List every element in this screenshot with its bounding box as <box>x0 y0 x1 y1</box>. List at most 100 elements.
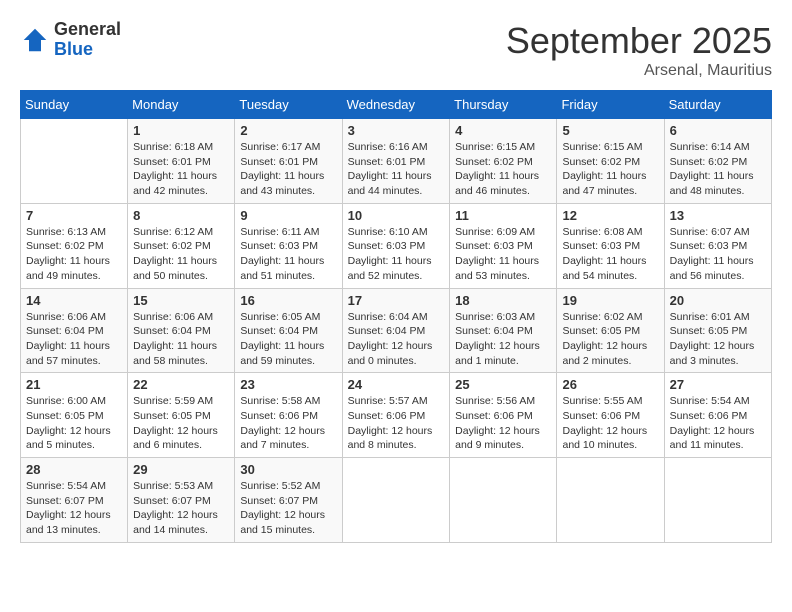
calendar-cell: 9Sunrise: 6:11 AMSunset: 6:03 PMDaylight… <box>235 203 342 288</box>
day-number: 3 <box>348 123 445 138</box>
calendar-cell: 5Sunrise: 6:15 AMSunset: 6:02 PMDaylight… <box>557 119 664 204</box>
calendar-week-row: 7 Sunrise: 6:13 AMSunset: 6:02 PMDaylight… <box>21 203 772 288</box>
day-number: 27 <box>670 377 766 392</box>
calendar-cell <box>342 458 450 543</box>
calendar-cell: 17 Sunrise: 6:04 AMSunset: 6:04 PMDayligh… <box>342 288 450 373</box>
day-info: Sunrise: 5:58 AMSunset: 6:06 PMDaylight:… <box>240 394 336 453</box>
calendar-cell: 23 Sunrise: 5:58 AMSunset: 6:06 PMDayligh… <box>235 373 342 458</box>
calendar-cell: 4Sunrise: 6:15 AMSunset: 6:02 PMDaylight… <box>450 119 557 204</box>
calendar-cell: 6 Sunrise: 6:14 AMSunset: 6:02 PMDaylight… <box>664 119 771 204</box>
day-info: Sunrise: 5:52 AMSunset: 6:07 PMDaylight:… <box>240 479 336 538</box>
logo-text: General Blue <box>54 20 121 60</box>
day-number: 16 <box>240 293 336 308</box>
calendar-cell <box>450 458 557 543</box>
day-info: Sunrise: 6:09 AMSunset: 6:03 PMDaylight:… <box>455 225 551 284</box>
calendar-cell: 7 Sunrise: 6:13 AMSunset: 6:02 PMDaylight… <box>21 203 128 288</box>
header-friday: Friday <box>557 91 664 119</box>
calendar-cell <box>664 458 771 543</box>
header-thursday: Thursday <box>450 91 557 119</box>
calendar-cell: 10 Sunrise: 6:10 AMSunset: 6:03 PMDayligh… <box>342 203 450 288</box>
calendar-table: Sunday Monday Tuesday Wednesday Thursday… <box>20 90 772 543</box>
calendar-cell: 2 Sunrise: 6:17 AMSunset: 6:01 PMDaylight… <box>235 119 342 204</box>
header: General Blue September 2025 Arsenal, Mau… <box>20 20 772 80</box>
day-info: Sunrise: 6:00 AMSunset: 6:05 PMDaylight:… <box>26 394 122 453</box>
days-header-row: Sunday Monday Tuesday Wednesday Thursday… <box>21 91 772 119</box>
day-info: Sunrise: 5:57 AMSunset: 6:06 PMDaylight:… <box>348 394 445 453</box>
calendar-cell: 3 Sunrise: 6:16 AMSunset: 6:01 PMDaylight… <box>342 119 450 204</box>
day-info: Sunrise: 6:14 AMSunset: 6:02 PMDaylight:… <box>670 140 766 199</box>
calendar-cell: 21 Sunrise: 6:00 AMSunset: 6:05 PMDayligh… <box>21 373 128 458</box>
day-info: Sunrise: 6:13 AMSunset: 6:02 PMDaylight:… <box>26 225 122 284</box>
day-info: Sunrise: 6:11 AMSunset: 6:03 PMDaylight:… <box>240 225 336 284</box>
day-number: 7 <box>26 208 122 223</box>
month-title: September 2025 <box>506 20 772 62</box>
logo-general: General <box>54 20 121 40</box>
day-number: 14 <box>26 293 122 308</box>
header-sunday: Sunday <box>21 91 128 119</box>
calendar-cell: 30 Sunrise: 5:52 AMSunset: 6:07 PMDayligh… <box>235 458 342 543</box>
calendar-cell: 14 Sunrise: 6:06 AMSunset: 6:04 PMDayligh… <box>21 288 128 373</box>
day-number: 10 <box>348 208 445 223</box>
day-number: 30 <box>240 462 336 477</box>
title-area: September 2025 Arsenal, Mauritius <box>506 20 772 80</box>
calendar-cell: 11 Sunrise: 6:09 AMSunset: 6:03 PMDayligh… <box>450 203 557 288</box>
day-number: 4 <box>455 123 551 138</box>
calendar-cell: 25Sunrise: 5:56 AMSunset: 6:06 PMDayligh… <box>450 373 557 458</box>
day-number: 1 <box>133 123 229 138</box>
day-info: Sunrise: 6:16 AMSunset: 6:01 PMDaylight:… <box>348 140 445 199</box>
day-number: 25 <box>455 377 551 392</box>
calendar-cell: 13Sunrise: 6:07 AMSunset: 6:03 PMDayligh… <box>664 203 771 288</box>
day-info: Sunrise: 6:02 AMSunset: 6:05 PMDaylight:… <box>562 310 658 369</box>
day-info: Sunrise: 6:01 AMSunset: 6:05 PMDaylight:… <box>670 310 766 369</box>
header-wednesday: Wednesday <box>342 91 450 119</box>
header-monday: Monday <box>128 91 235 119</box>
day-info: Sunrise: 5:59 AMSunset: 6:05 PMDaylight:… <box>133 394 229 453</box>
calendar-cell: 20 Sunrise: 6:01 AMSunset: 6:05 PMDayligh… <box>664 288 771 373</box>
day-number: 6 <box>670 123 766 138</box>
calendar-cell: 16 Sunrise: 6:05 AMSunset: 6:04 PMDayligh… <box>235 288 342 373</box>
day-number: 11 <box>455 208 551 223</box>
logo-icon <box>20 25 50 55</box>
calendar-week-row: 14 Sunrise: 6:06 AMSunset: 6:04 PMDayligh… <box>21 288 772 373</box>
day-number: 19 <box>562 293 658 308</box>
day-number: 2 <box>240 123 336 138</box>
calendar-cell: 8 Sunrise: 6:12 AMSunset: 6:02 PMDaylight… <box>128 203 235 288</box>
calendar-cell <box>21 119 128 204</box>
calendar-cell: 26 Sunrise: 5:55 AMSunset: 6:06 PMDayligh… <box>557 373 664 458</box>
calendar-cell: 29Sunrise: 5:53 AMSunset: 6:07 PMDayligh… <box>128 458 235 543</box>
calendar-week-row: 28Sunrise: 5:54 AMSunset: 6:07 PMDayligh… <box>21 458 772 543</box>
day-info: Sunrise: 6:06 AMSunset: 6:04 PMDaylight:… <box>26 310 122 369</box>
header-saturday: Saturday <box>664 91 771 119</box>
day-number: 21 <box>26 377 122 392</box>
day-info: Sunrise: 6:15 AMSunset: 6:02 PMDaylight:… <box>562 140 658 199</box>
day-info: Sunrise: 6:03 AMSunset: 6:04 PMDaylight:… <box>455 310 551 369</box>
day-info: Sunrise: 6:07 AMSunset: 6:03 PMDaylight:… <box>670 225 766 284</box>
day-number: 8 <box>133 208 229 223</box>
day-number: 12 <box>562 208 658 223</box>
day-number: 20 <box>670 293 766 308</box>
day-number: 23 <box>240 377 336 392</box>
day-info: Sunrise: 6:05 AMSunset: 6:04 PMDaylight:… <box>240 310 336 369</box>
day-number: 26 <box>562 377 658 392</box>
location-title: Arsenal, Mauritius <box>506 62 772 80</box>
day-info: Sunrise: 6:12 AMSunset: 6:02 PMDaylight:… <box>133 225 229 284</box>
calendar-week-row: 1Sunrise: 6:18 AMSunset: 6:01 PMDaylight… <box>21 119 772 204</box>
day-info: Sunrise: 5:53 AMSunset: 6:07 PMDaylight:… <box>133 479 229 538</box>
calendar-cell: 24 Sunrise: 5:57 AMSunset: 6:06 PMDayligh… <box>342 373 450 458</box>
day-info: Sunrise: 5:54 AMSunset: 6:06 PMDaylight:… <box>670 394 766 453</box>
logo-blue: Blue <box>54 40 121 60</box>
header-tuesday: Tuesday <box>235 91 342 119</box>
day-info: Sunrise: 6:04 AMSunset: 6:04 PMDaylight:… <box>348 310 445 369</box>
day-number: 18 <box>455 293 551 308</box>
calendar-cell <box>557 458 664 543</box>
day-info: Sunrise: 6:06 AMSunset: 6:04 PMDaylight:… <box>133 310 229 369</box>
calendar-week-row: 21 Sunrise: 6:00 AMSunset: 6:05 PMDayligh… <box>21 373 772 458</box>
day-number: 17 <box>348 293 445 308</box>
day-number: 24 <box>348 377 445 392</box>
day-info: Sunrise: 6:17 AMSunset: 6:01 PMDaylight:… <box>240 140 336 199</box>
calendar-cell: 18 Sunrise: 6:03 AMSunset: 6:04 PMDayligh… <box>450 288 557 373</box>
calendar-cell: 1Sunrise: 6:18 AMSunset: 6:01 PMDaylight… <box>128 119 235 204</box>
day-info: Sunrise: 6:10 AMSunset: 6:03 PMDaylight:… <box>348 225 445 284</box>
day-info: Sunrise: 5:55 AMSunset: 6:06 PMDaylight:… <box>562 394 658 453</box>
day-info: Sunrise: 5:54 AMSunset: 6:07 PMDaylight:… <box>26 479 122 538</box>
